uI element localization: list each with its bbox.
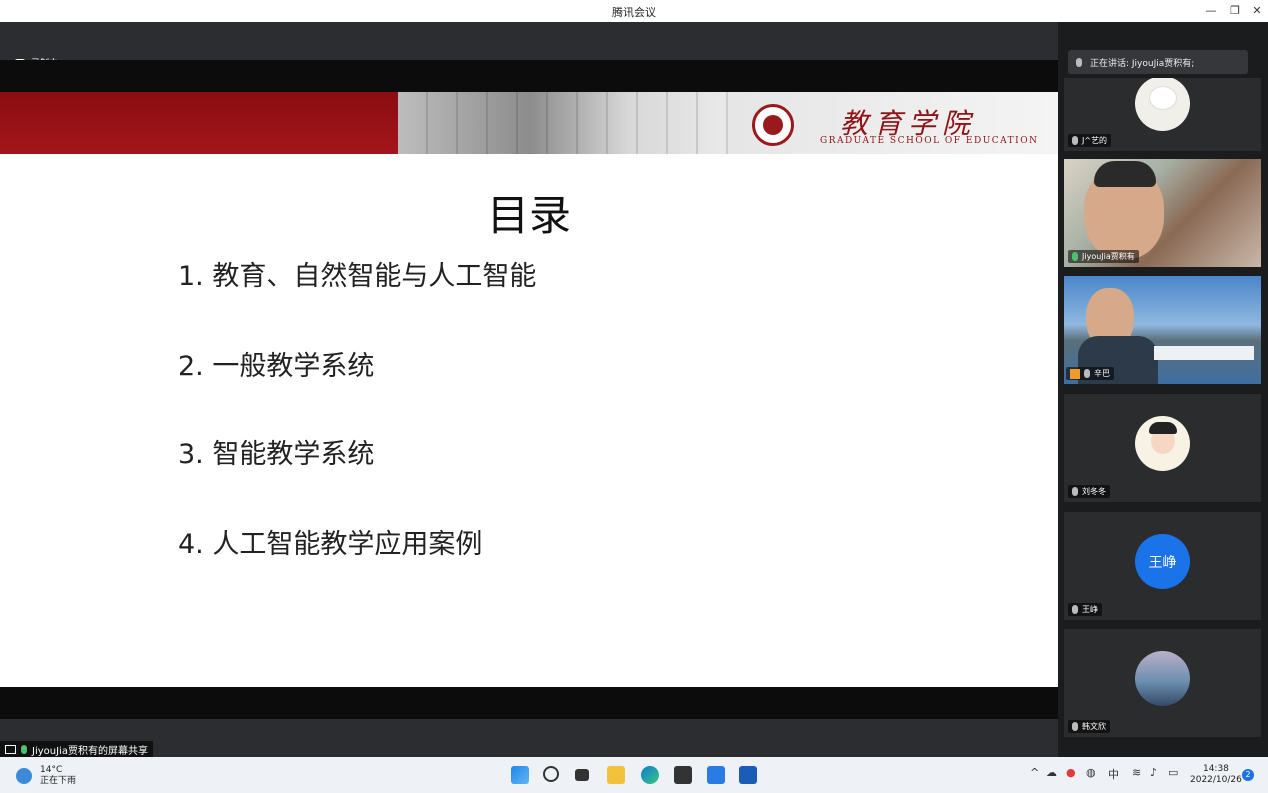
participant-name: J^艺的 <box>1068 134 1112 147</box>
participant-tile[interactable]: 刘冬冬 <box>1064 394 1261 502</box>
speaking-text: 正在讲话: JiyouJia贾积有; <box>1090 58 1195 69</box>
battery-icon[interactable]: ▭ <box>1168 766 1178 779</box>
school-name-en: GRADUATE SCHOOL OF EDUCATION <box>820 136 1039 146</box>
task-view-icon[interactable] <box>575 769 589 781</box>
participant-name: 刘冬冬 <box>1068 485 1110 498</box>
participant-tile[interactable]: J^艺的 <box>1064 78 1261 151</box>
mic-icon <box>1072 722 1078 731</box>
title-bar: 腾讯会议 — ❐ ✕ <box>0 0 1268 22</box>
weather-desc: 正在下雨 <box>40 776 77 786</box>
mic-icon <box>21 744 27 754</box>
participant-video[interactable]: 辛巴 <box>1064 276 1261 384</box>
close-button[interactable]: ✕ <box>1248 2 1266 20</box>
toc-item-3: 3. 智能教学系统 <box>178 439 375 470</box>
mic-icon <box>1072 252 1078 261</box>
letterbox-bottom <box>0 687 1058 719</box>
participant-name: 王峥 <box>1068 603 1102 616</box>
ime-indicator[interactable]: 中 <box>1108 766 1119 782</box>
minimize-button[interactable]: — <box>1202 2 1220 20</box>
rain-icon <box>16 768 32 784</box>
start-icon[interactable] <box>511 766 529 784</box>
avatar: 王峥 <box>1135 534 1190 589</box>
onedrive-icon[interactable]: ☁ <box>1046 766 1057 779</box>
slide-title: 目录 <box>486 191 571 240</box>
participant-tile[interactable]: 韩文欣 <box>1064 629 1261 737</box>
avatar <box>1135 78 1190 131</box>
toc-item-1: 1. 教育、自然智能与人工智能 <box>178 261 537 292</box>
clock-date: 2022/10/26 <box>1190 775 1242 785</box>
tray-app-icon[interactable]: ● <box>1066 766 1076 779</box>
restore-button[interactable]: ❐ <box>1226 2 1244 20</box>
banner-photo <box>398 92 728 154</box>
toc-item-2: 2. 一般教学系统 <box>178 351 375 382</box>
notification-badge[interactable]: 2 <box>1242 769 1254 781</box>
weather-widget[interactable]: 14°C 正在下雨 <box>16 765 76 787</box>
system-clock[interactable]: 14:38 2022/10/26 <box>1190 764 1242 786</box>
participant-name: 韩文欣 <box>1068 720 1110 733</box>
participant-tile[interactable]: 王峥 王峥 <box>1064 512 1261 620</box>
screen-share-area: 录制中 教育学院 GRADUATE SCHOOL OF EDUCATION 目录… <box>0 22 1058 757</box>
slide-banner: 教育学院 GRADUATE SCHOOL OF EDUCATION <box>0 92 1058 154</box>
participant-video[interactable]: JiyouJia贾积有 <box>1064 159 1261 267</box>
volume-icon[interactable]: ♪ <box>1150 766 1157 779</box>
file-explorer-icon[interactable] <box>607 766 625 784</box>
edge-icon[interactable] <box>641 766 659 784</box>
share-screen-icon <box>5 744 16 754</box>
mic-icon <box>1076 57 1082 67</box>
search-icon[interactable] <box>543 766 559 782</box>
shared-slide: 教育学院 GRADUATE SCHOOL OF EDUCATION 目录 1. … <box>0 92 1058 687</box>
host-icon <box>1070 368 1080 379</box>
share-label-text: JiyouJia贾积有的屏幕共享 <box>32 745 148 757</box>
participant-name: 辛巴 <box>1066 367 1114 380</box>
clock-time: 14:38 <box>1202 764 1229 774</box>
mic-icon <box>1072 605 1078 614</box>
window-title: 腾讯会议 <box>612 6 656 19</box>
tencent-meeting-icon[interactable] <box>707 766 725 784</box>
weather-temp: 14°C <box>40 765 63 775</box>
toc-item-4: 4. 人工智能教学应用案例 <box>178 529 483 560</box>
participant-name: JiyouJia贾积有 <box>1068 250 1139 263</box>
wifi-icon[interactable]: ≋ <box>1132 766 1141 779</box>
taskbar: 14°C 正在下雨 ^ ☁ ● ◍ 中 ≋ ♪ ▭ 14:38 2022/10/… <box>0 757 1268 793</box>
microphone-icon[interactable]: ◍ <box>1086 766 1096 779</box>
word-icon[interactable] <box>739 766 757 784</box>
letterbox-top <box>0 60 1058 92</box>
mic-icon <box>1072 136 1078 145</box>
screen-share-label: JiyouJia贾积有的屏幕共享 <box>0 741 153 757</box>
chevron-up-icon[interactable]: ^ <box>1030 766 1039 779</box>
avatar <box>1135 416 1190 471</box>
avatar <box>1135 651 1190 706</box>
mic-icon <box>1072 487 1078 496</box>
speaking-indicator: 正在讲话: JiyouJia贾积有; <box>1068 50 1248 74</box>
mic-icon <box>1084 369 1090 378</box>
university-seal-icon <box>752 104 794 146</box>
app-icon[interactable] <box>674 766 692 784</box>
banner-red-block <box>0 92 398 154</box>
